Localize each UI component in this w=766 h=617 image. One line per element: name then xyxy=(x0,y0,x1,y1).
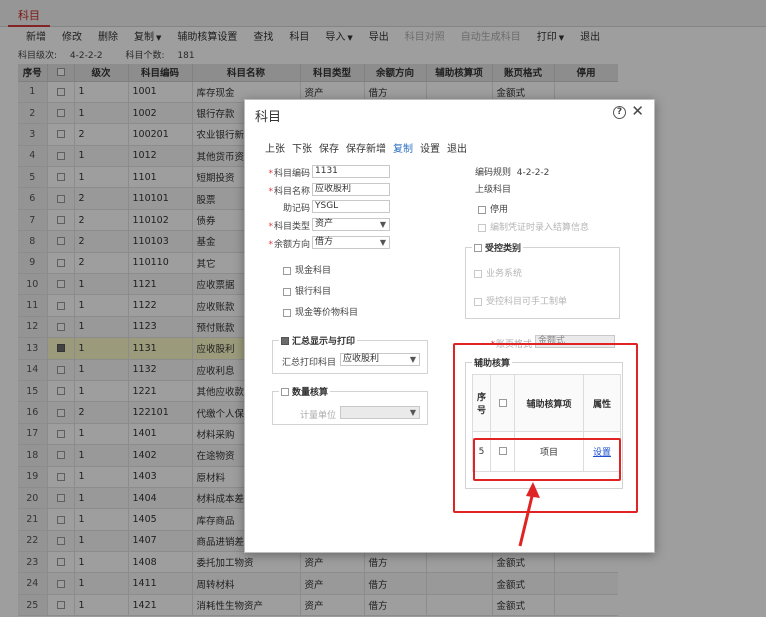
manual-voucher-check[interactable]: 受控科目可手工制单 xyxy=(474,294,567,307)
dialog-toolbar-button[interactable]: 设置 xyxy=(420,140,440,155)
unit-select[interactable]: ▼ xyxy=(340,406,420,419)
summary-legend[interactable]: 汇总显示与打印 xyxy=(279,334,358,347)
summary-label: 汇总打印科目 xyxy=(281,358,336,368)
type-select[interactable]: 资产 ▼ xyxy=(312,218,390,231)
rule-label: 编码规则 4-2-2-2 xyxy=(475,168,550,178)
highlight-aux-row xyxy=(473,438,621,481)
stop-check[interactable]: 停用 xyxy=(478,202,508,215)
dialog-toolbar-button[interactable]: 保存 xyxy=(319,140,339,155)
dialog-title: 科目 xyxy=(255,110,282,125)
code-input[interactable]: 1131 xyxy=(312,165,390,178)
code-label: *科目编码 xyxy=(268,169,310,179)
dialog-toolbar: 上张 下张 保存 保存新增 复制 设置 退出 xyxy=(265,140,474,155)
unit-label: 计量单位 xyxy=(299,411,336,421)
mnemonic-input[interactable]: YSGL xyxy=(312,200,390,213)
chevron-down-icon: ▼ xyxy=(379,220,386,229)
control-legend[interactable]: 受控类别 xyxy=(472,241,524,254)
direction-select[interactable]: 借方 ▼ xyxy=(312,236,390,249)
dialog-toolbar-button[interactable]: 上张 xyxy=(265,140,285,155)
parent-label: 上级科目 xyxy=(475,185,512,195)
bank-subject-check[interactable]: 银行科目 xyxy=(283,284,331,297)
dialog-toolbar-button[interactable]: 退出 xyxy=(447,140,467,155)
close-icon[interactable]: ✕ xyxy=(631,103,644,120)
mnemonic-label: 助记码 xyxy=(282,204,310,214)
chevron-down-icon: ▼ xyxy=(379,238,386,247)
cash-subject-check[interactable]: 现金科目 xyxy=(283,263,331,276)
arrow-up-icon xyxy=(518,482,540,547)
name-label: *科目名称 xyxy=(268,187,310,197)
help-icon[interactable]: ? xyxy=(613,106,626,119)
dialog-toolbar-button[interactable]: 复制 xyxy=(393,140,413,155)
dialog-toolbar-button[interactable]: 保存新增 xyxy=(346,140,386,155)
name-input[interactable]: 应收股利 xyxy=(312,183,390,196)
cash-equiv-check[interactable]: 现金等价物科目 xyxy=(283,305,358,318)
type-label: *科目类型 xyxy=(268,222,310,232)
control-group: 受控类别 xyxy=(465,241,620,319)
direction-label: *余额方向 xyxy=(268,240,310,250)
dialog-toolbar-button[interactable]: 下张 xyxy=(292,140,312,155)
chevron-down-icon: ▼ xyxy=(409,408,416,417)
chevron-down-icon: ▼ xyxy=(409,355,416,364)
voucher-settle-check[interactable]: 编制凭证时录入结算信息 xyxy=(478,220,589,233)
summary-select[interactable]: 应收股利 ▼ xyxy=(340,353,420,366)
quantity-legend[interactable]: 数量核算 xyxy=(279,385,331,398)
business-system-check[interactable]: 业务系统 xyxy=(474,266,522,279)
